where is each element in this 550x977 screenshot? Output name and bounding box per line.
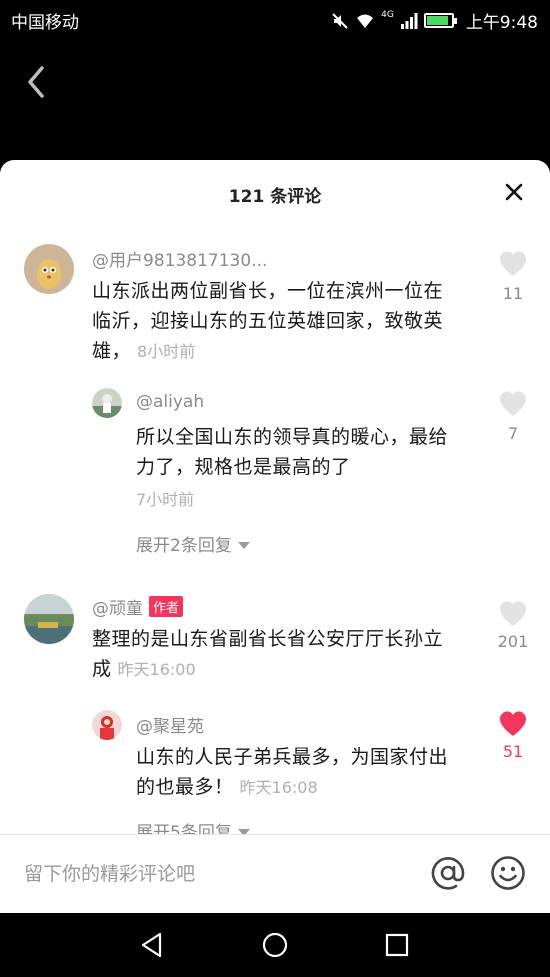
- reply-text: 山东的人民子弟兵最多，为国家付出的也最多！ 昨天16:08: [136, 742, 466, 803]
- avatar[interactable]: [24, 244, 74, 294]
- reply-text: 所以全国山东的领导真的暖心，最给力了，规格也是最高的了: [136, 426, 449, 478]
- reply-time: 7小时前: [136, 490, 195, 509]
- like-count: 201: [497, 632, 529, 651]
- nav-home-icon[interactable]: [260, 930, 290, 960]
- avatar[interactable]: [24, 594, 74, 644]
- comment-time: 8小时前: [137, 342, 196, 361]
- reply-username[interactable]: @aliyah: [136, 392, 204, 412]
- author-badge: 作者: [149, 596, 184, 617]
- like-count: 11: [502, 284, 524, 303]
- comment-username-text: @顽童: [92, 599, 143, 619]
- comments-title: 121 条评论: [228, 187, 322, 207]
- back-button[interactable]: [22, 64, 52, 100]
- status-bar: 中国移动 4G 上午9:48: [0, 0, 550, 38]
- comment-list[interactable]: @用户9813817130... 山东派出两位副省长，一位在滨州一位在临沂，迎接…: [0, 226, 550, 834]
- comments-sheet: 121 条评论 @用户9813817130... 山东派出两位副省长，一位在滨州…: [0, 160, 550, 913]
- comment-time: 昨天16:00: [117, 660, 196, 679]
- carrier-label: 中国移动: [11, 13, 79, 33]
- system-navigation-bar: [0, 913, 550, 977]
- network-label: 4G: [381, 9, 394, 20]
- signal-icon: [400, 12, 418, 29]
- like-icon[interactable]: [498, 710, 528, 738]
- like-icon[interactable]: [498, 600, 528, 628]
- comment-text: 山东派出两位副省长，一位在滨州一位在临沂，迎接山东的五位英雄回家，致敬英雄， 8小…: [92, 276, 452, 367]
- avatar[interactable]: [92, 710, 122, 740]
- clock-label: 上午9:48: [465, 13, 538, 33]
- like-icon[interactable]: [498, 250, 528, 278]
- comment-item: @顽童 作者 整理的是山东省副省长省公安厅厅长孙立成 昨天16:00 201 @聚星…: [0, 592, 550, 834]
- expand-replies-label: 展开2条回复: [136, 536, 232, 556]
- chevron-down-icon: [237, 542, 250, 549]
- status-icons: 4G 上午9:48: [331, 8, 538, 33]
- comment-username[interactable]: @顽童 作者: [92, 594, 184, 619]
- wifi-icon: [357, 14, 374, 28]
- comment-input[interactable]: [24, 859, 404, 889]
- avatar[interactable]: [92, 388, 122, 418]
- comment-item: @用户9813817130... 山东派出两位副省长，一位在滨州一位在临沂，迎接…: [0, 226, 550, 566]
- expand-replies-button[interactable]: 展开5条回复: [136, 818, 250, 834]
- battery-icon: [423, 13, 457, 28]
- like-count: 51: [502, 742, 524, 761]
- mention-icon[interactable]: [430, 855, 466, 891]
- nav-recents-icon[interactable]: [382, 930, 412, 960]
- comment-input-bar: [0, 834, 550, 913]
- expand-replies-label: 展开5条回复: [136, 823, 232, 834]
- mute-icon: [332, 12, 348, 29]
- sheet-header: 121 条评论: [0, 160, 550, 226]
- comment-text: 整理的是山东省副省长省公安厅厅长孙立成 昨天16:00: [92, 624, 452, 685]
- emoji-icon[interactable]: [490, 855, 526, 891]
- reply-time: 昨天16:08: [239, 778, 318, 797]
- like-icon[interactable]: [498, 390, 528, 418]
- nav-back-icon[interactable]: [138, 930, 168, 960]
- like-count: 7: [507, 424, 519, 443]
- close-button[interactable]: [504, 182, 524, 202]
- comment-username[interactable]: @用户9813817130...: [92, 246, 267, 271]
- expand-replies-button[interactable]: 展开2条回复: [136, 531, 250, 556]
- reply-username[interactable]: @聚星苑: [136, 712, 204, 737]
